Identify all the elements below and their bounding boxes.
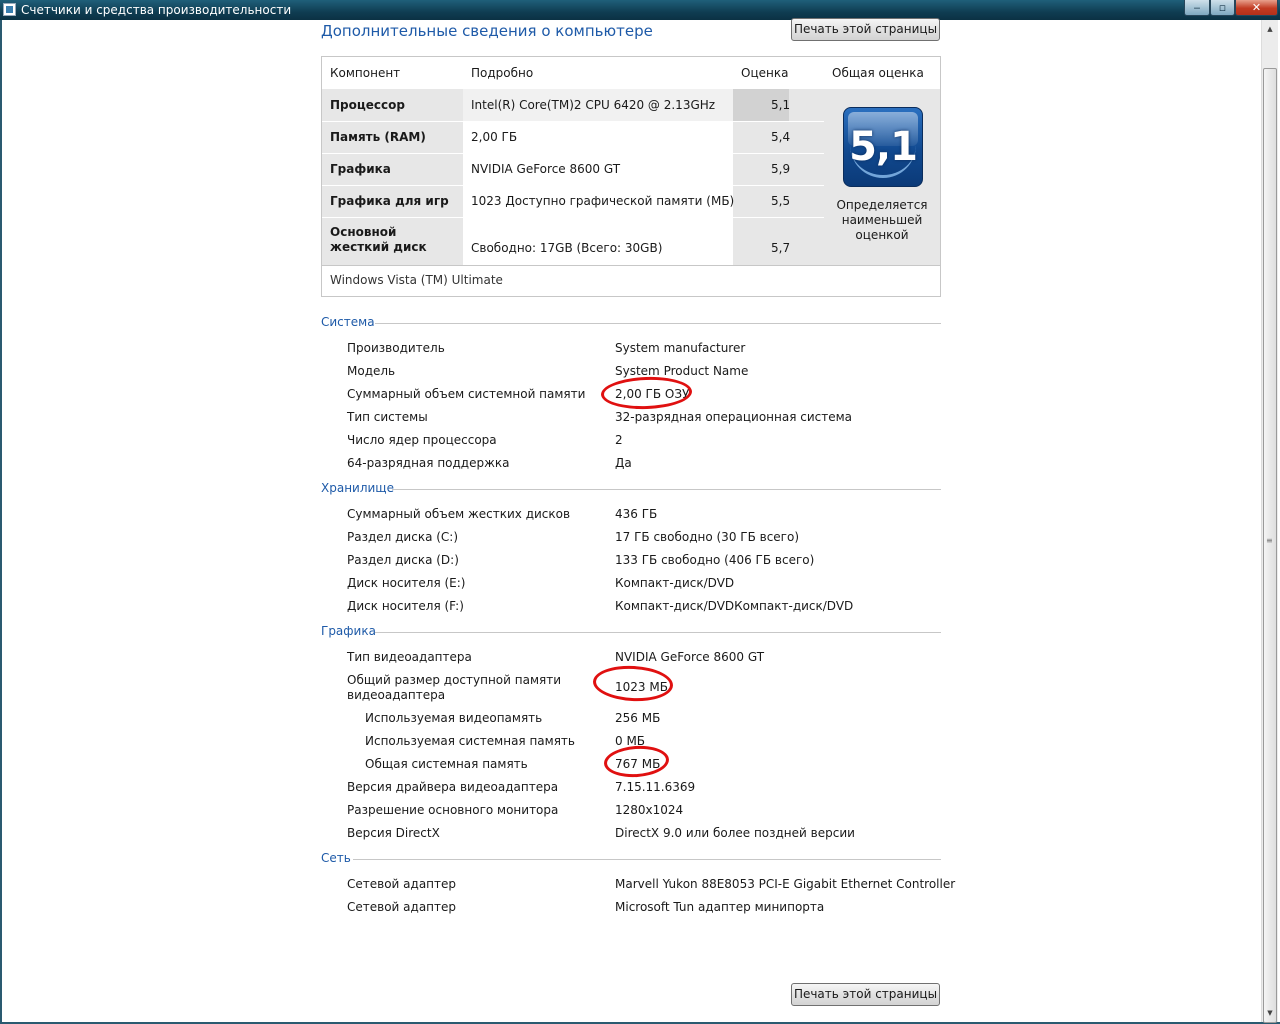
vertical-scrollbar[interactable]: ▲ ≡ ▼ [1261, 20, 1278, 1023]
storage-value: 17 ГБ свободно (30 ГБ всего) [615, 530, 800, 544]
row-divider [322, 217, 824, 218]
grip-icon: ≡ [1266, 536, 1273, 545]
header-score: Оценка [741, 66, 789, 80]
system-value: System manufacturer [615, 341, 746, 355]
print-button-top[interactable]: Печать этой страницы [791, 18, 940, 41]
graphics-value: 7.15.11.6369 [615, 780, 696, 794]
storage-value: 436 ГБ [615, 507, 658, 521]
system-value: Да [615, 456, 632, 470]
section-divider [375, 323, 941, 324]
graphics-label: Тип видеоадаптера [347, 650, 472, 664]
graphics-label: Разрешение основного монитора [347, 803, 559, 817]
row-divider [322, 153, 824, 154]
row-processor-score: 5,1 [771, 98, 791, 112]
storage-value: Компакт-диск/DVDКомпакт-диск/DVD [615, 599, 854, 613]
row-graphics-details: NVIDIA GeForce 8600 GT [471, 162, 621, 176]
system-value: System Product Name [615, 364, 749, 378]
window-frame-left [0, 20, 2, 1024]
network-value: Microsoft Tun адаптер минипорта [615, 900, 825, 914]
network-label: Сетевой адаптер [347, 900, 457, 914]
minimize-button[interactable]: ‒ [1184, 0, 1210, 16]
graphics-value: DirectX 9.0 или более поздней версии [615, 826, 855, 840]
close-button[interactable]: ✕ [1235, 0, 1278, 16]
graphics-label: Общий размер доступной памяти видеоадапт… [347, 673, 562, 702]
graphics-label: Используемая видеопамять [365, 711, 543, 725]
table-divider [322, 265, 940, 266]
row-ram-score: 5,4 [771, 130, 791, 144]
network-label: Сетевой адаптер [347, 877, 457, 891]
window-title: Счетчики и средства производительности [21, 3, 292, 17]
header-details: Подробно [471, 66, 534, 80]
graphics-label: Версия DirectX [347, 826, 440, 840]
row-processor-component: Процессор [330, 98, 405, 112]
base-score-caption: Определяется наименьшей оценкой [836, 198, 928, 242]
row-disk-component: Основной жесткий диск [330, 225, 427, 254]
system-value: 32-разрядная операционная система [615, 410, 853, 424]
section-divider [353, 859, 941, 860]
system-label: Модель [347, 364, 396, 378]
system-value: 2 [615, 433, 623, 447]
scroll-up-arrow-icon[interactable]: ▲ [1262, 21, 1278, 37]
system-label: Число ядер процессора [347, 433, 497, 447]
system-label: Тип системы [347, 410, 428, 424]
section-title-system: Система [321, 315, 375, 329]
storage-value: 133 ГБ свободно (406 ГБ всего) [615, 553, 815, 567]
network-value: Marvell Yukon 88E8053 PCI-E Gigabit Ethe… [615, 877, 956, 891]
header-overall: Общая оценка [832, 66, 924, 80]
red-annotation-ellipse [600, 375, 693, 411]
row-gaming-graphics-score: 5,5 [771, 194, 791, 208]
storage-label: Суммарный объем жестких дисков [347, 507, 571, 521]
graphics-value: NVIDIA GeForce 8600 GT [615, 650, 765, 664]
row-disk-score: 5,7 [771, 241, 791, 255]
system-label: Производитель [347, 341, 445, 355]
graphics-label: Версия драйвера видеоадаптера [347, 780, 559, 794]
graphics-label: Используемая системная память [365, 734, 575, 748]
header-component: Компонент [330, 66, 401, 80]
red-annotation-ellipse [592, 663, 674, 704]
row-gaming-graphics-component: Графика для игр [330, 194, 449, 208]
storage-label: Диск носителя (F:) [347, 599, 464, 613]
os-edition: Windows Vista (TM) Ultimate [330, 273, 503, 287]
row-processor-details: Intel(R) Core(TM)2 CPU 6420 @ 2.13GHz [471, 98, 716, 112]
system-label: 64-разрядная поддержка [347, 456, 510, 470]
scrollbar-thumb[interactable]: ≡ [1263, 68, 1277, 1023]
storage-label: Диск носителя (E:) [347, 576, 466, 590]
row-graphics-score: 5,9 [771, 162, 791, 176]
row-ram-details: 2,00 ГБ [471, 130, 518, 144]
row-graphics-component: Графика [330, 162, 391, 176]
scroll-down-arrow-icon[interactable]: ▼ [1262, 1005, 1278, 1021]
graphics-value: 1280x1024 [615, 803, 684, 817]
row-divider [322, 185, 824, 186]
section-title-storage: Хранилище [321, 481, 394, 495]
section-divider [392, 489, 941, 490]
graphics-label: Общая системная память [365, 757, 528, 771]
title-bar: Счетчики и средства производительности ‒… [0, 0, 1280, 20]
maximize-button[interactable]: ▫ [1210, 0, 1235, 16]
page-title: Дополнительные сведения о компьютере [321, 22, 653, 40]
row-ram-component: Память (RAM) [330, 130, 426, 144]
section-title-graphics: Графика [321, 624, 376, 638]
row-divider [322, 121, 824, 122]
app-icon [3, 3, 16, 16]
base-score-value: 5,1 [849, 124, 918, 170]
section-divider [375, 632, 941, 633]
print-button-bottom[interactable]: Печать этой страницы [791, 983, 940, 1006]
section-title-network: Сеть [321, 851, 351, 865]
score-table: Компонент Подробно Оценка Общая оценка П… [321, 56, 941, 297]
system-label: Суммарный объем системной памяти [347, 387, 586, 401]
storage-value: Компакт-диск/DVD [615, 576, 735, 590]
row-gaming-graphics-details: 1023 Доступно графической памяти (МБ) [471, 194, 735, 208]
row-disk-details: Свободно: 17GB (Всего: 30GB) [471, 241, 663, 255]
storage-label: Раздел диска (D:) [347, 553, 459, 567]
storage-label: Раздел диска (C:) [347, 530, 459, 544]
graphics-value: 256 МБ [615, 711, 661, 725]
red-annotation-ellipse [602, 743, 671, 780]
base-score-badge: 5,1 [843, 107, 923, 187]
